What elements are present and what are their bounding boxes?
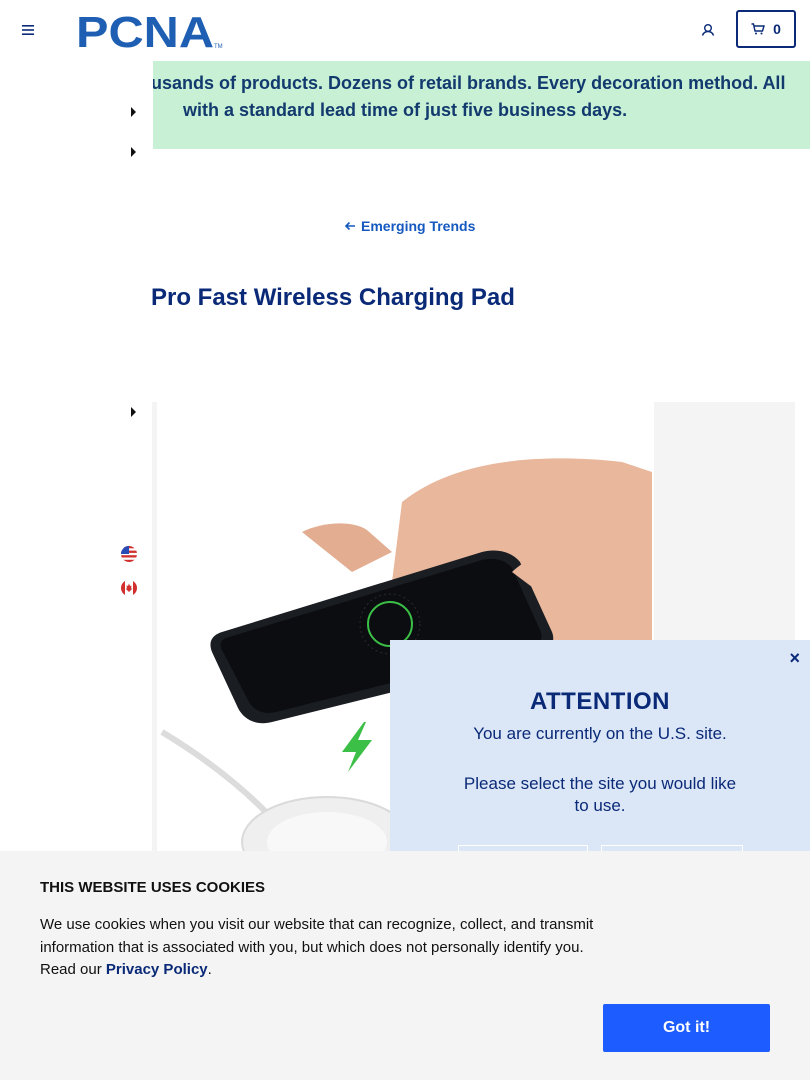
logo-wordmark: PCNA bbox=[76, 10, 214, 50]
user-icon bbox=[701, 23, 715, 36]
accept-cookies-button[interactable]: Got it! bbox=[603, 1004, 770, 1052]
close-icon[interactable]: × bbox=[789, 648, 800, 669]
site-header: PCNA TM 0 bbox=[0, 0, 810, 60]
cookie-body: We use cookies when you visit our websit… bbox=[40, 914, 610, 982]
cart-icon bbox=[751, 23, 766, 35]
cookie-banner: THIS WEBSITE USES COOKIES We use cookies… bbox=[0, 851, 810, 1080]
caret-right-icon[interactable] bbox=[131, 107, 136, 117]
modal-title: ATTENTION bbox=[529, 688, 671, 715]
arrow-left-icon bbox=[344, 221, 355, 231]
modal-prompt: Please select the site you would like to… bbox=[463, 774, 737, 815]
promo-banner: usands of products. Dozens of retail bra… bbox=[153, 61, 810, 149]
product-title: Pro Fast Wireless Charging Pad bbox=[151, 284, 515, 311]
caret-right-icon[interactable] bbox=[131, 407, 136, 417]
cookie-title: THIS WEBSITE USES COOKIES bbox=[40, 879, 266, 896]
banner-text-line2: with a standard lead time of just five b… bbox=[183, 100, 628, 120]
account-button[interactable] bbox=[698, 20, 718, 40]
us-flag-icon[interactable] bbox=[121, 546, 137, 562]
canada-flag-icon[interactable] bbox=[121, 580, 137, 596]
cart-count: 0 bbox=[773, 21, 781, 37]
modal-message: You are currently on the U.S. site. bbox=[473, 724, 727, 743]
back-link-label: Emerging Trends bbox=[361, 218, 476, 234]
pcna-logo[interactable]: PCNA TM bbox=[76, 8, 224, 57]
back-link[interactable]: Emerging Trends bbox=[344, 218, 475, 234]
hamburger-icon bbox=[22, 25, 34, 35]
privacy-policy-link[interactable]: Privacy Policy bbox=[106, 961, 208, 978]
menu-button[interactable] bbox=[18, 20, 38, 40]
logo-trademark: TM bbox=[214, 44, 223, 50]
caret-right-icon[interactable] bbox=[131, 147, 136, 157]
cart-button[interactable]: 0 bbox=[736, 10, 796, 48]
cookie-period: . bbox=[207, 961, 212, 978]
banner-text-line1: usands of products. Dozens of retail bra… bbox=[153, 73, 786, 93]
